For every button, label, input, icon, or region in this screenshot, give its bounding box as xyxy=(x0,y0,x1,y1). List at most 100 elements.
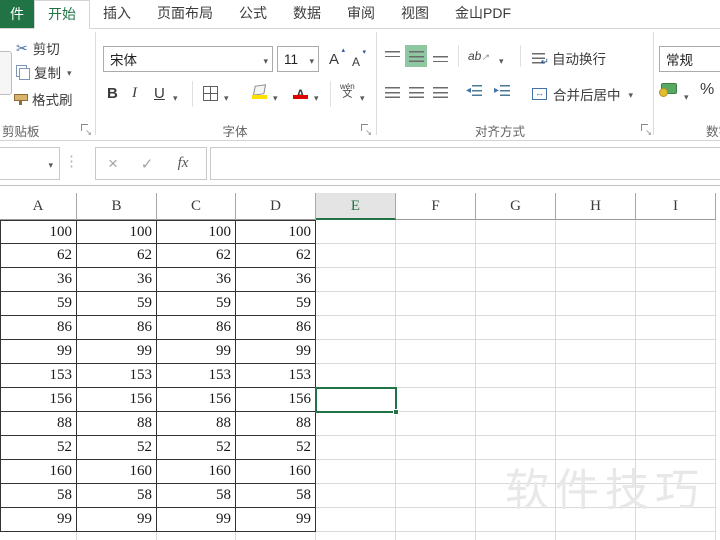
ribbon-tab[interactable]: 金山PDF xyxy=(442,0,524,29)
grid-cell[interactable] xyxy=(476,532,556,540)
file-button[interactable]: 件 xyxy=(0,0,34,28)
column-header[interactable]: I xyxy=(636,193,716,220)
font-color-icon[interactable] xyxy=(293,85,308,99)
orientation-icon[interactable]: ab xyxy=(468,49,489,63)
grid-cell[interactable] xyxy=(396,340,476,364)
grid-cell[interactable]: 58 xyxy=(157,484,236,508)
chevron-down-icon[interactable] xyxy=(314,88,319,106)
grid-cell[interactable] xyxy=(316,412,396,436)
grid-cell[interactable] xyxy=(396,484,476,508)
grid-cell[interactable]: 160 xyxy=(0,460,77,484)
align-middle-button[interactable] xyxy=(405,45,427,67)
grid-cell[interactable]: 62 xyxy=(77,244,157,268)
ribbon-tab[interactable]: 插入 xyxy=(90,0,144,29)
grid-cell[interactable] xyxy=(636,220,716,244)
grid-cell[interactable] xyxy=(476,268,556,292)
grid-cell[interactable]: 52 xyxy=(157,436,236,460)
chevron-down-icon[interactable] xyxy=(629,85,634,103)
grid-cell[interactable] xyxy=(476,292,556,316)
grid-cell[interactable]: 59 xyxy=(77,292,157,316)
grid-cell[interactable]: 156 xyxy=(236,388,316,412)
decrease-indent-icon[interactable] xyxy=(466,85,483,96)
wrap-text-button[interactable]: 自动换行 xyxy=(532,48,606,68)
selected-cell-outline[interactable] xyxy=(315,387,399,415)
font-name-combo[interactable]: 宋体 xyxy=(103,46,273,72)
grid-cell[interactable]: 156 xyxy=(77,388,157,412)
column-header[interactable]: A xyxy=(0,193,77,220)
grid-cell[interactable]: 160 xyxy=(157,460,236,484)
merge-center-button[interactable]: 合并后居中 xyxy=(532,84,633,104)
paste-button[interactable] xyxy=(0,51,12,95)
grid-cell[interactable]: 52 xyxy=(77,436,157,460)
grid-cell[interactable] xyxy=(0,532,77,540)
grid-cell[interactable]: 100 xyxy=(77,220,157,244)
grid-cell[interactable] xyxy=(396,292,476,316)
grid-cell[interactable]: 58 xyxy=(236,484,316,508)
grid-cell[interactable]: 86 xyxy=(157,316,236,340)
grid-cell[interactable]: 86 xyxy=(236,316,316,340)
ribbon-tab[interactable]: 页面布局 xyxy=(144,0,226,29)
grid-cell[interactable] xyxy=(396,268,476,292)
alignment-dialog-launcher[interactable] xyxy=(640,123,652,137)
grid-cell[interactable]: 153 xyxy=(236,364,316,388)
grid-cell[interactable] xyxy=(316,436,396,460)
grid-cell[interactable]: 58 xyxy=(77,484,157,508)
format-painter-button[interactable]: 格式刷 xyxy=(14,89,73,109)
grid-cell[interactable] xyxy=(316,340,396,364)
grid-cell[interactable] xyxy=(236,532,316,540)
chevron-down-icon[interactable] xyxy=(263,52,268,67)
column-header[interactable]: F xyxy=(396,193,476,220)
font-size-combo[interactable]: 11 xyxy=(277,46,319,72)
grid-cell[interactable] xyxy=(556,532,636,540)
fill-color-icon[interactable] xyxy=(252,85,267,99)
grid-cell[interactable] xyxy=(77,532,157,540)
grid-cell[interactable] xyxy=(556,268,636,292)
copy-button[interactable]: 复制 xyxy=(16,62,72,82)
grid-cell[interactable] xyxy=(476,220,556,244)
ribbon-tab[interactable]: 审阅 xyxy=(334,0,388,29)
number-format-combo[interactable]: 常规 xyxy=(659,46,720,72)
grid-cell[interactable] xyxy=(556,388,636,412)
align-right-button[interactable] xyxy=(429,81,451,103)
ribbon-tab[interactable]: 开始 xyxy=(34,0,90,29)
grid-cell[interactable]: 36 xyxy=(236,268,316,292)
align-left-button[interactable] xyxy=(381,81,403,103)
borders-icon[interactable] xyxy=(203,86,218,101)
grid-cell[interactable] xyxy=(636,364,716,388)
grid-cell[interactable]: 52 xyxy=(0,436,77,460)
chevron-down-icon[interactable] xyxy=(360,88,365,106)
grid-cell[interactable] xyxy=(396,460,476,484)
align-center-button[interactable] xyxy=(405,81,427,103)
grid-cell[interactable]: 99 xyxy=(77,340,157,364)
grid-cell[interactable] xyxy=(636,412,716,436)
grid-cell[interactable]: 59 xyxy=(0,292,77,316)
grid-cell[interactable] xyxy=(396,244,476,268)
italic-button[interactable]: I xyxy=(132,85,137,102)
grid-cell[interactable]: 36 xyxy=(0,268,77,292)
decrease-font-size-button[interactable] xyxy=(352,48,367,71)
grid-cell[interactable] xyxy=(316,244,396,268)
cancel-icon[interactable]: × xyxy=(96,154,130,174)
formula-bar-drag-dots[interactable]: ⋮ xyxy=(64,152,79,170)
grid-cell[interactable] xyxy=(396,316,476,340)
grid-cell[interactable] xyxy=(556,412,636,436)
grid-cell[interactable]: 156 xyxy=(0,388,77,412)
column-header[interactable]: H xyxy=(556,193,636,220)
grid-cell[interactable]: 88 xyxy=(77,412,157,436)
increase-indent-icon[interactable] xyxy=(494,85,511,96)
ribbon-tab[interactable]: 视图 xyxy=(388,0,442,29)
grid-cell[interactable] xyxy=(636,340,716,364)
grid-cell[interactable]: 160 xyxy=(236,460,316,484)
underline-button[interactable]: U xyxy=(154,85,165,102)
grid-cell[interactable] xyxy=(316,220,396,244)
chevron-down-icon[interactable] xyxy=(499,51,504,69)
chevron-down-icon[interactable] xyxy=(684,87,689,105)
grid-cell[interactable] xyxy=(636,532,716,540)
percent-style-button[interactable]: % xyxy=(700,81,714,99)
grid-cell[interactable]: 62 xyxy=(236,244,316,268)
grid-cell[interactable] xyxy=(396,412,476,436)
grid-cell[interactable]: 160 xyxy=(77,460,157,484)
column-header[interactable]: G xyxy=(476,193,556,220)
enter-icon[interactable]: ✓ xyxy=(130,155,164,173)
grid-cell[interactable]: 59 xyxy=(157,292,236,316)
